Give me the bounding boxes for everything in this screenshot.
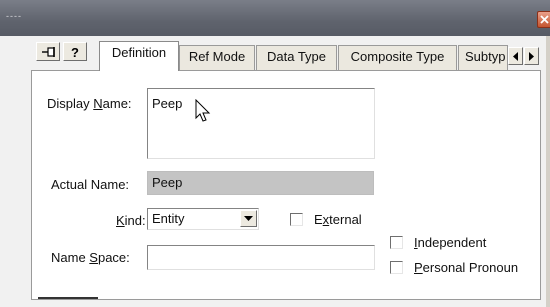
window-title: ---- [6, 11, 22, 21]
close-button[interactable] [537, 11, 550, 28]
personal-pronoun-checkbox[interactable] [390, 261, 403, 274]
external-checkbox[interactable] [290, 213, 303, 226]
tab-data-type[interactable]: Data Type [256, 45, 337, 70]
personal-pronoun-label: Personal Pronoun [414, 260, 519, 275]
display-name-input[interactable]: Peep [147, 88, 375, 159]
tab-scroll-right-button[interactable] [524, 47, 539, 65]
display-name-label: Display Name: [47, 96, 132, 111]
tab-ref-mode[interactable]: Ref Mode [179, 45, 255, 70]
chevron-down-icon [244, 216, 253, 221]
actual-name-label: Actual Name: [51, 177, 130, 192]
tab-composite-type[interactable]: Composite Type [338, 45, 457, 70]
arrow-left-icon [513, 52, 518, 61]
window-border [546, 36, 550, 307]
independent-label: Independent [414, 235, 487, 250]
help-icon: ? [71, 45, 79, 59]
kind-label: Kind: [116, 213, 146, 228]
pin-icon [42, 47, 55, 57]
title-bar[interactable]: ---- [0, 0, 550, 36]
close-icon [540, 15, 549, 24]
arrow-right-icon [529, 52, 534, 61]
name-space-label: Name Space: [51, 250, 130, 265]
name-space-input[interactable] [147, 245, 375, 270]
kind-dropdown-button[interactable] [240, 210, 257, 227]
tab-definition[interactable]: Definition [99, 41, 179, 71]
external-label: External [314, 212, 362, 227]
tab-subtype[interactable]: Subtyp [458, 45, 508, 70]
help-button[interactable]: ? [63, 42, 87, 61]
kind-select[interactable]: Entity [147, 208, 259, 230]
definition-panel: Display Name: Peep Actual Name: Peep Kin… [31, 70, 541, 300]
tab-scroll-left-button[interactable] [508, 47, 523, 65]
pin-button[interactable] [36, 42, 60, 61]
svg-text:?: ? [71, 45, 79, 59]
mouse-cursor-icon [195, 99, 211, 122]
actual-name-field: Peep [147, 171, 374, 195]
independent-checkbox[interactable] [390, 236, 403, 249]
divider [38, 297, 98, 299]
